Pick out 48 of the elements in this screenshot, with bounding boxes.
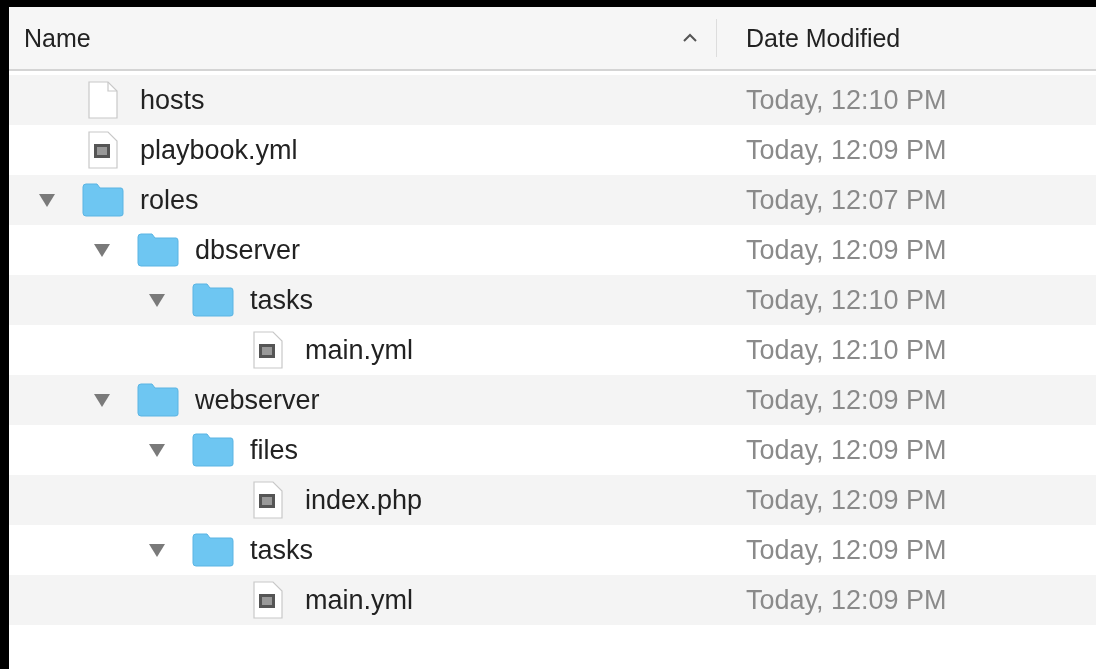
disclosure-triangle-icon[interactable] — [147, 292, 167, 308]
sort-caret-icon[interactable] — [682, 33, 698, 43]
folder-icon — [81, 183, 124, 217]
document-icon — [87, 131, 118, 169]
file-row[interactable]: roles Today, 12:07 PM — [9, 175, 1096, 225]
file-name: hosts — [140, 84, 205, 116]
date-modified: Today, 12:09 PM — [746, 484, 947, 516]
date-modified: Today, 12:09 PM — [746, 234, 947, 266]
file-name: index.php — [305, 484, 423, 516]
file-name: roles — [140, 184, 199, 216]
folder-icon — [136, 233, 179, 267]
file-name: playbook.yml — [140, 134, 298, 166]
file-name: tasks — [250, 284, 314, 316]
column-title[interactable]: Name — [24, 23, 91, 53]
file-row[interactable]: tasks Today, 12:10 PM — [9, 275, 1096, 325]
file-name: files — [250, 434, 298, 466]
file-name: tasks — [250, 534, 314, 566]
file-name: webserver — [195, 384, 320, 416]
date-modified: Today, 12:07 PM — [746, 184, 947, 216]
document-icon — [252, 331, 283, 369]
document-icon — [252, 581, 283, 619]
date-modified: Today, 12:09 PM — [746, 434, 947, 466]
date-modified: Today, 12:09 PM — [746, 534, 947, 566]
disclosure-triangle-icon[interactable] — [92, 392, 112, 408]
file-row[interactable]: index.php Today, 12:09 PM — [9, 475, 1096, 525]
date-modified: Today, 12:10 PM — [746, 334, 947, 366]
file-name: main.yml — [305, 334, 413, 366]
file-row[interactable]: hosts Today, 12:10 PM — [9, 75, 1096, 125]
file-row[interactable]: webserver Today, 12:09 PM — [9, 375, 1096, 425]
date-modified: Today, 12:09 PM — [746, 134, 947, 166]
folder-icon — [191, 433, 234, 467]
date-modified: Today, 12:10 PM — [746, 84, 947, 116]
date-modified: Today, 12:10 PM — [746, 284, 947, 316]
file-name: dbserver — [195, 234, 301, 266]
folder-icon — [191, 533, 234, 567]
file-name: main.yml — [305, 584, 413, 616]
file-row[interactable]: main.yml Today, 12:09 PM — [9, 575, 1096, 625]
disclosure-triangle-icon[interactable] — [92, 242, 112, 258]
folder-icon — [136, 383, 179, 417]
date-modified: Today, 12:09 PM — [746, 384, 947, 416]
disclosure-triangle-icon[interactable] — [37, 192, 57, 208]
date-modified: Today, 12:09 PM — [746, 584, 947, 616]
folder-icon — [191, 283, 234, 317]
column-title[interactable]: Date Modified — [746, 23, 901, 53]
document-icon — [252, 481, 283, 519]
disclosure-triangle-icon[interactable] — [147, 542, 167, 558]
disclosure-triangle-icon[interactable] — [147, 442, 167, 458]
file-icon — [87, 81, 118, 119]
